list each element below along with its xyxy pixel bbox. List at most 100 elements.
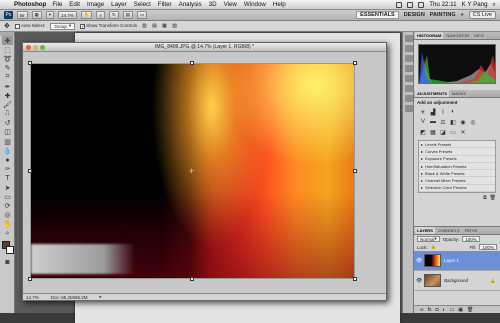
transform-center-icon[interactable]: ✛ bbox=[189, 168, 194, 175]
view-extras-button[interactable]: ▾ bbox=[45, 11, 55, 19]
auto-select-dropdown[interactable]: Group ▾ bbox=[50, 22, 76, 30]
document-window[interactable]: IMG_8409.JPG @ 14.7% (Layer 1, RGB/8) * … bbox=[22, 42, 387, 301]
eye-icon[interactable]: 👁 bbox=[416, 258, 422, 264]
menu-edit[interactable]: Edit bbox=[69, 1, 80, 8]
fill-input[interactable]: 100% bbox=[479, 244, 497, 250]
move-tool-icon[interactable]: ✥ bbox=[2, 36, 13, 46]
workspace-essentials[interactable]: ESSENTIALS bbox=[356, 11, 399, 19]
workspace-painting[interactable]: PAINTING bbox=[430, 12, 456, 18]
auto-select-checkbox[interactable] bbox=[14, 23, 20, 29]
menu-layer[interactable]: Layer bbox=[111, 1, 126, 8]
link-layers-icon[interactable]: ∞ bbox=[420, 307, 424, 313]
brush-tool-icon[interactable]: 🖌 bbox=[2, 100, 13, 109]
menu-file[interactable]: File bbox=[52, 1, 62, 8]
layer-name[interactable]: Background bbox=[444, 278, 468, 283]
cs-live-button[interactable]: CS Live bbox=[468, 11, 496, 19]
vibrance-icon[interactable]: V bbox=[420, 119, 426, 125]
quick-mask-icon[interactable]: ◙ bbox=[2, 258, 13, 267]
transform-handle-top-right[interactable] bbox=[353, 61, 357, 65]
clip-layer-icon[interactable]: ⧉ bbox=[483, 195, 487, 201]
history-brush-tool-icon[interactable]: ↺ bbox=[2, 119, 13, 128]
tab-navigator[interactable]: NAVIGATOR bbox=[444, 32, 472, 39]
transform-handle-bottom-right[interactable] bbox=[353, 277, 357, 281]
tab-adjustments[interactable]: ADJUSTMENTS bbox=[415, 90, 450, 97]
tab-histogram[interactable]: HISTOGRAM bbox=[415, 32, 444, 39]
lock-icon[interactable]: 🔒 bbox=[431, 244, 437, 250]
blur-tool-icon[interactable]: 💧 bbox=[2, 146, 13, 155]
transform-handle-bottom[interactable] bbox=[190, 277, 194, 281]
3d-rotate-tool-icon[interactable]: ⟳ bbox=[2, 201, 13, 210]
selective-color-icon[interactable]: ✕ bbox=[460, 129, 466, 136]
spotlight-search-icon[interactable]: ⌕ bbox=[493, 1, 496, 9]
gradient-map-icon[interactable]: ▭ bbox=[450, 129, 456, 136]
mini-bridge-button[interactable]: ▦ bbox=[31, 11, 42, 19]
path-select-tool-icon[interactable]: ➤ bbox=[2, 183, 13, 192]
trash-icon[interactable]: 🗑 bbox=[490, 195, 496, 201]
brightness-contrast-icon[interactable]: ☀ bbox=[420, 109, 426, 116]
lasso-tool-icon[interactable]: ➰ bbox=[2, 54, 13, 63]
color-swatches[interactable] bbox=[0, 240, 14, 258]
levels-icon[interactable]: ▟ bbox=[430, 109, 436, 116]
menu-view[interactable]: View bbox=[224, 1, 237, 8]
marquee-tool-icon[interactable]: ⬚ bbox=[2, 45, 13, 54]
layer-name[interactable]: Layer 1 bbox=[444, 258, 459, 263]
tab-paths[interactable]: PATHS bbox=[462, 227, 480, 234]
swatches-panel-icon[interactable] bbox=[405, 55, 413, 62]
curves-icon[interactable]: ⌇ bbox=[440, 109, 446, 116]
screen-mode-button[interactable]: ▭ bbox=[136, 11, 148, 19]
show-transform-checkbox[interactable] bbox=[80, 23, 86, 29]
wifi-icon[interactable] bbox=[396, 1, 403, 8]
pen-tool-icon[interactable]: ✑ bbox=[2, 165, 13, 174]
status-arrow-icon[interactable]: ▸ bbox=[100, 294, 102, 300]
document-title-bar[interactable]: IMG_8409.JPG @ 14.7% (Layer 1, RGB/8) * bbox=[23, 43, 386, 52]
add-mask-icon[interactable]: ◘ bbox=[435, 307, 438, 313]
clone-stamp-tool-icon[interactable]: ⎍ bbox=[2, 110, 13, 119]
preset-item-curves[interactable]: ▸ Curves Presets bbox=[419, 148, 495, 156]
exposure-icon[interactable]: ◐ bbox=[450, 109, 456, 115]
preset-item-exposure[interactable]: ▸ Exposure Presets bbox=[419, 156, 495, 163]
menu-image[interactable]: Image bbox=[87, 1, 104, 8]
menu-filter[interactable]: Filter bbox=[158, 1, 172, 8]
menu-analysis[interactable]: Analysis bbox=[179, 1, 202, 8]
align-buttons[interactable]: ▥ ▤ ▦ ▧ bbox=[142, 23, 179, 29]
transform-handle-left[interactable] bbox=[28, 169, 32, 173]
history-panel-icon[interactable] bbox=[405, 35, 413, 42]
zoom-tool-button[interactable]: ⌕ bbox=[96, 11, 105, 19]
hue-saturation-icon[interactable]: ▬ bbox=[430, 119, 436, 125]
layer-style-icon[interactable]: fx bbox=[428, 307, 432, 313]
posterize-icon[interactable]: ▦ bbox=[430, 129, 436, 136]
3d-orbit-tool-icon[interactable]: ◎ bbox=[2, 211, 13, 220]
app-menu[interactable]: Photoshop bbox=[14, 1, 46, 8]
blend-mode-select[interactable]: Normal ▾ bbox=[417, 236, 440, 242]
quick-select-tool-icon[interactable]: ✎ bbox=[2, 64, 13, 73]
hand-tool-button[interactable]: ✋ bbox=[80, 11, 93, 19]
preset-item-hue-saturation[interactable]: ▸ Hue/Saturation Presets bbox=[419, 163, 495, 171]
preset-item-black-white[interactable]: ▸ Black & White Presets bbox=[419, 170, 495, 178]
eraser-tool-icon[interactable]: ◫ bbox=[2, 128, 13, 137]
battery-icon[interactable] bbox=[418, 1, 425, 8]
move-tool-preset-icon[interactable]: ✥ bbox=[4, 22, 10, 30]
rotate-view-button[interactable]: ↻ bbox=[108, 11, 119, 19]
tab-masks[interactable]: MASKS bbox=[450, 90, 469, 97]
layer-row[interactable]: 👁 Background 🔒 bbox=[414, 271, 500, 291]
tab-channels[interactable]: CHANNELS bbox=[435, 227, 462, 234]
channel-mixer-icon[interactable]: ◎ bbox=[470, 119, 476, 126]
close-window-icon[interactable] bbox=[26, 45, 31, 50]
tool-presets-panel-icon[interactable] bbox=[405, 105, 413, 112]
tab-info[interactable]: INFO bbox=[472, 32, 486, 39]
crop-tool-icon[interactable]: ⌗ bbox=[2, 73, 13, 82]
bridge-button[interactable]: Br bbox=[17, 11, 28, 19]
menu-select[interactable]: Select bbox=[134, 1, 151, 8]
photo-filter-icon[interactable]: ◉ bbox=[460, 119, 466, 126]
menu-help[interactable]: Help bbox=[273, 1, 286, 8]
zoom-tool-icon[interactable]: ⌕ bbox=[2, 229, 13, 238]
arrange-documents-button[interactable]: ▤ bbox=[122, 11, 133, 19]
tab-layers[interactable]: LAYERS bbox=[415, 227, 435, 234]
type-tool-icon[interactable]: T bbox=[2, 174, 13, 183]
black-white-icon[interactable]: ◧ bbox=[450, 119, 456, 126]
transform-handle-top-left[interactable] bbox=[28, 61, 32, 65]
dodge-tool-icon[interactable]: ● bbox=[2, 155, 13, 164]
new-layer-icon[interactable]: ▣ bbox=[458, 307, 463, 313]
hand-tool-icon[interactable]: ✋ bbox=[2, 220, 13, 229]
adjustment-layer-icon[interactable]: ◐ bbox=[443, 307, 446, 313]
